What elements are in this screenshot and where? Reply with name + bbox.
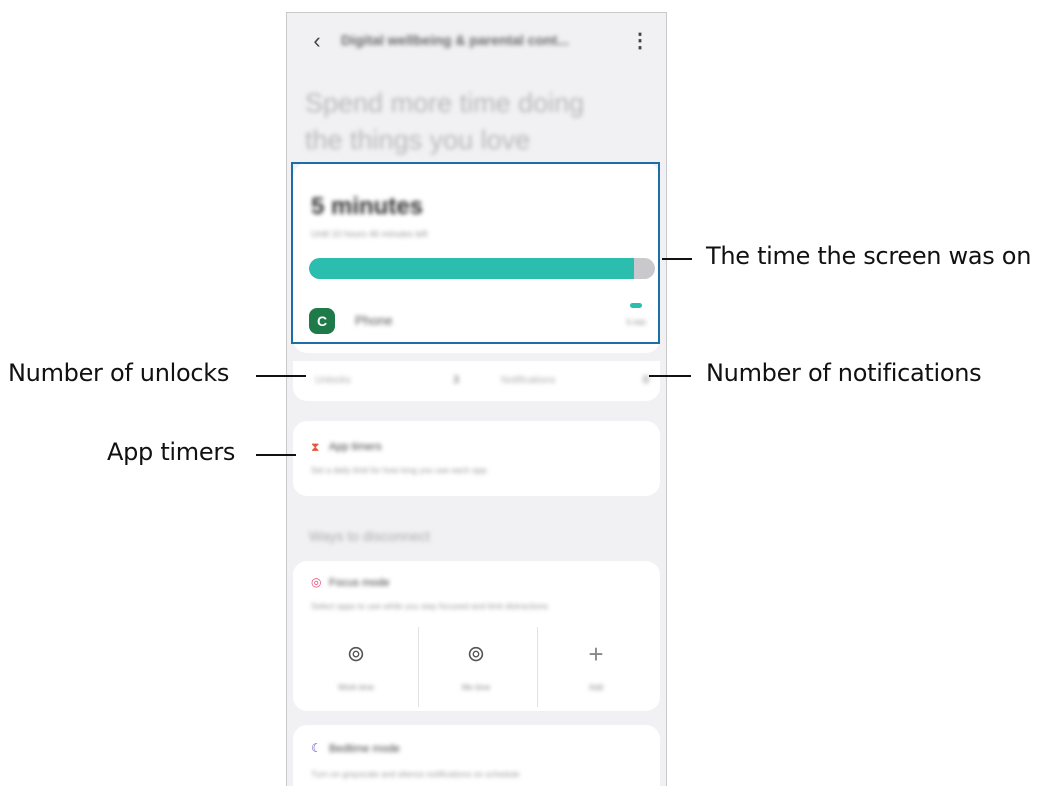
bedtime-description: Turn on grayscale and silence notificati… xyxy=(311,769,520,779)
app-name: Phone xyxy=(355,313,393,328)
focus-tile-label: Work time xyxy=(338,683,374,692)
screen-time-subtitle: Until 10 hours 46 minutes left xyxy=(311,229,428,239)
focus-mode-description: Select apps to use while you stay focuse… xyxy=(311,601,549,611)
callout-line xyxy=(662,258,692,260)
callout-app-timers: App timers xyxy=(107,438,236,466)
focus-tile-add[interactable]: + Add xyxy=(537,639,655,709)
app-timers-card[interactable]: ⧗ App timers Set a daily limit for how l… xyxy=(293,421,660,496)
section-heading: Ways to disconnect xyxy=(309,528,430,544)
screen-title: Digital wellbeing & parental cont... xyxy=(341,32,569,48)
phone-app-icon: C xyxy=(309,308,335,334)
top-app-bar: ‹ Digital wellbeing & parental cont... ⋮ xyxy=(287,13,666,71)
usage-bar xyxy=(309,258,655,279)
callout-line xyxy=(256,454,296,456)
focus-mode-title: Focus mode xyxy=(329,577,390,589)
work-time-icon: ⊚ xyxy=(346,641,366,666)
manual-figure: ‹ Digital wellbeing & parental cont... ⋮… xyxy=(0,0,1051,786)
plus-icon: + xyxy=(588,639,604,669)
moon-icon: ☾ xyxy=(311,741,322,755)
focus-tile-work-time[interactable]: ⊚ Work time xyxy=(297,639,415,709)
stats-row: Unlocks 3 Notifications 0 xyxy=(293,361,660,401)
notifications-label: Notifications xyxy=(501,375,556,386)
callout-unlocks: Number of unlocks xyxy=(8,359,230,387)
bedtime-mode-card[interactable]: ☾ Bedtime mode Turn on grayscale and sil… xyxy=(293,725,660,786)
screen-time-card[interactable]: 5 minutes Until 10 hours 46 minutes left… xyxy=(293,163,660,353)
callout-line xyxy=(649,375,691,377)
callout-screen-time: The time the screen was on xyxy=(706,242,1032,270)
focus-tile-label: Add xyxy=(588,683,604,692)
app-timers-title: App timers xyxy=(329,441,382,453)
focus-tile-label: Me time xyxy=(461,683,491,692)
usage-bar-fill xyxy=(309,258,635,279)
me-time-icon: ⊚ xyxy=(466,641,486,666)
app-usage-time: 5 min xyxy=(626,318,646,327)
chevron-left-icon[interactable]: ‹ xyxy=(305,29,329,53)
unlocks-value: 3 xyxy=(453,374,460,386)
more-vertical-icon[interactable]: ⋮ xyxy=(630,29,650,53)
screen-time-value: 5 minutes xyxy=(311,193,424,220)
unlocks-label: Unlocks xyxy=(315,375,351,386)
headline: Spend more time doing the things you lov… xyxy=(305,88,585,155)
phone-screen: ‹ Digital wellbeing & parental cont... ⋮… xyxy=(286,12,667,786)
app-usage-indicator xyxy=(630,303,642,308)
target-icon: ◎ xyxy=(311,575,322,589)
app-timers-description: Set a daily limit for how long you use e… xyxy=(311,465,489,475)
callout-notifications: Number of notifications xyxy=(706,359,982,387)
bedtime-title: Bedtime mode xyxy=(329,743,400,755)
hourglass-icon: ⧗ xyxy=(311,440,320,454)
focus-tile-me-time[interactable]: ⊚ Me time xyxy=(417,639,535,709)
callout-line xyxy=(256,375,306,377)
focus-mode-card[interactable]: ◎ Focus mode Select apps to use while yo… xyxy=(293,561,660,711)
